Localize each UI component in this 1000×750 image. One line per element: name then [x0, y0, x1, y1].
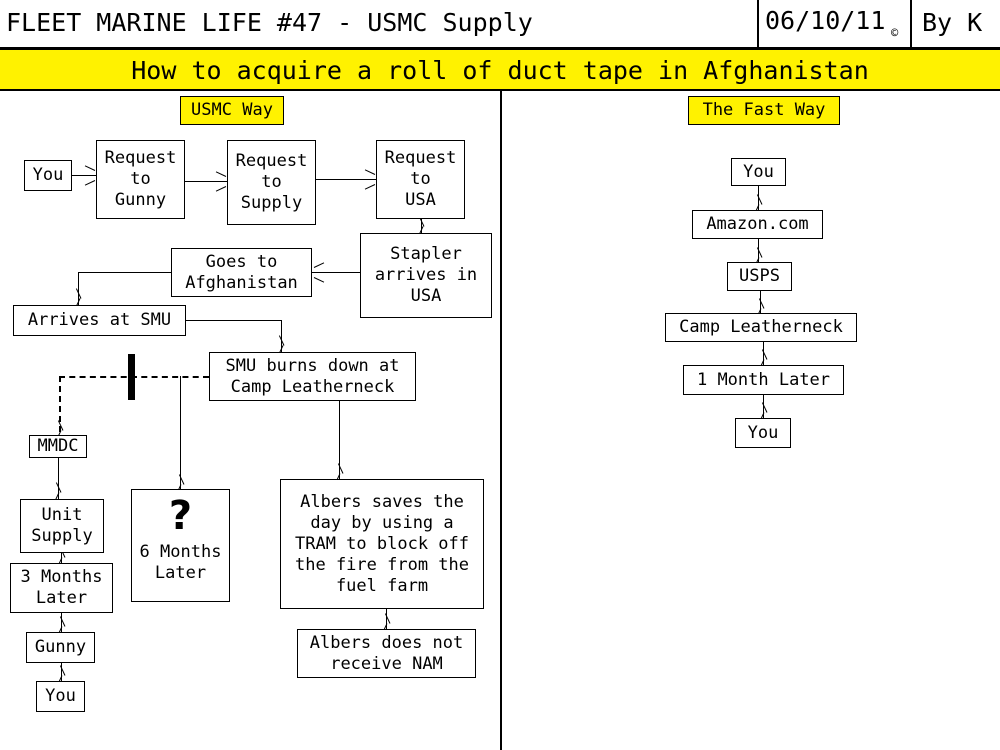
node-albers-does-not-receive-nam: Albers does not receive NAM: [297, 629, 476, 678]
arrowhead-supply-to-usa-b: [364, 184, 376, 190]
node-request-to-gunny: Request to Gunny: [96, 140, 185, 219]
section-label-fast-way: The Fast Way: [688, 96, 840, 125]
arrowhead-stapler-to-afghanistan-a: [313, 262, 325, 268]
banner-text: How to acquire a roll of duct tape in Af…: [131, 56, 869, 85]
node-usps: USPS: [727, 262, 792, 291]
arrowhead-stapler-to-afghanistan-b: [313, 277, 325, 283]
node-amazon-com: Amazon.com: [692, 210, 823, 239]
node-goes-to-afghanistan: Goes to Afghanistan: [171, 248, 312, 297]
connector-stapler-to-afghanistan: [312, 272, 360, 273]
connector-you-to-gunny: [72, 175, 96, 176]
node-request-to-supply: Request to Supply: [227, 140, 316, 225]
node-you-start-right: You: [731, 158, 786, 186]
header-divider-left: [757, 0, 759, 48]
arrowhead-gunny-to-supply-b: [215, 186, 227, 192]
connector-supply-to-usa: [316, 179, 376, 180]
comic-header: FLEET MARINE LIFE #47 - USMC Supply 06/1…: [0, 0, 1000, 48]
node-6-months-later: ? 6 Months Later: [131, 489, 230, 602]
comic-date: 06/10/11: [765, 6, 886, 35]
connector-gunny-to-supply: [185, 181, 227, 182]
blocked-path-bar-icon: [128, 354, 135, 400]
node-you-end-left: You: [36, 681, 85, 712]
node-camp-leatherneck: Camp Leatherneck: [665, 313, 857, 342]
banner: How to acquire a roll of duct tape in Af…: [0, 49, 1000, 91]
connector-burns-to-6months-v1: [180, 376, 181, 490]
comic-title: FLEET MARINE LIFE #47 - USMC Supply: [6, 8, 533, 37]
node-stapler-arrives-usa: Stapler arrives in USA: [360, 233, 492, 318]
arrowhead-you-to-gunny-b: [84, 180, 96, 186]
node-arrives-at-smu: Arrives at SMU: [13, 305, 186, 336]
copyright-icon: ©: [891, 26, 899, 40]
node-you-start-left: You: [24, 160, 72, 191]
node-you-end-right: You: [735, 418, 791, 448]
arrowhead-gunny-to-supply-a: [215, 171, 227, 177]
node-albers-saves-the-day: Albers saves the day by using a TRAM to …: [280, 479, 484, 609]
node-1-month-later: 1 Month Later: [683, 365, 844, 395]
node-6-months-later-label: 6 Months Later: [139, 542, 222, 583]
node-request-to-usa: Request to USA: [376, 140, 465, 219]
node-gunny: Gunny: [26, 632, 95, 663]
header-divider-right: [910, 0, 912, 48]
node-3-months-later: 3 Months Later: [10, 563, 113, 613]
section-label-usmc-way: USMC Way: [180, 96, 284, 125]
column-divider: [500, 91, 502, 750]
node-mmdc: MMDC: [29, 435, 87, 458]
question-mark-icon: ?: [168, 493, 193, 539]
node-unit-supply: Unit Supply: [20, 499, 104, 553]
node-smu-burns-down: SMU burns down at Camp Leatherneck: [209, 352, 416, 401]
arrowhead-supply-to-usa-a: [364, 169, 376, 175]
connector-afghanistan-to-smu-h: [78, 272, 171, 273]
comic-author: By K: [922, 8, 983, 37]
arrowhead-you-to-gunny-a: [84, 165, 96, 171]
connector-smu-to-burns-h: [186, 320, 281, 321]
